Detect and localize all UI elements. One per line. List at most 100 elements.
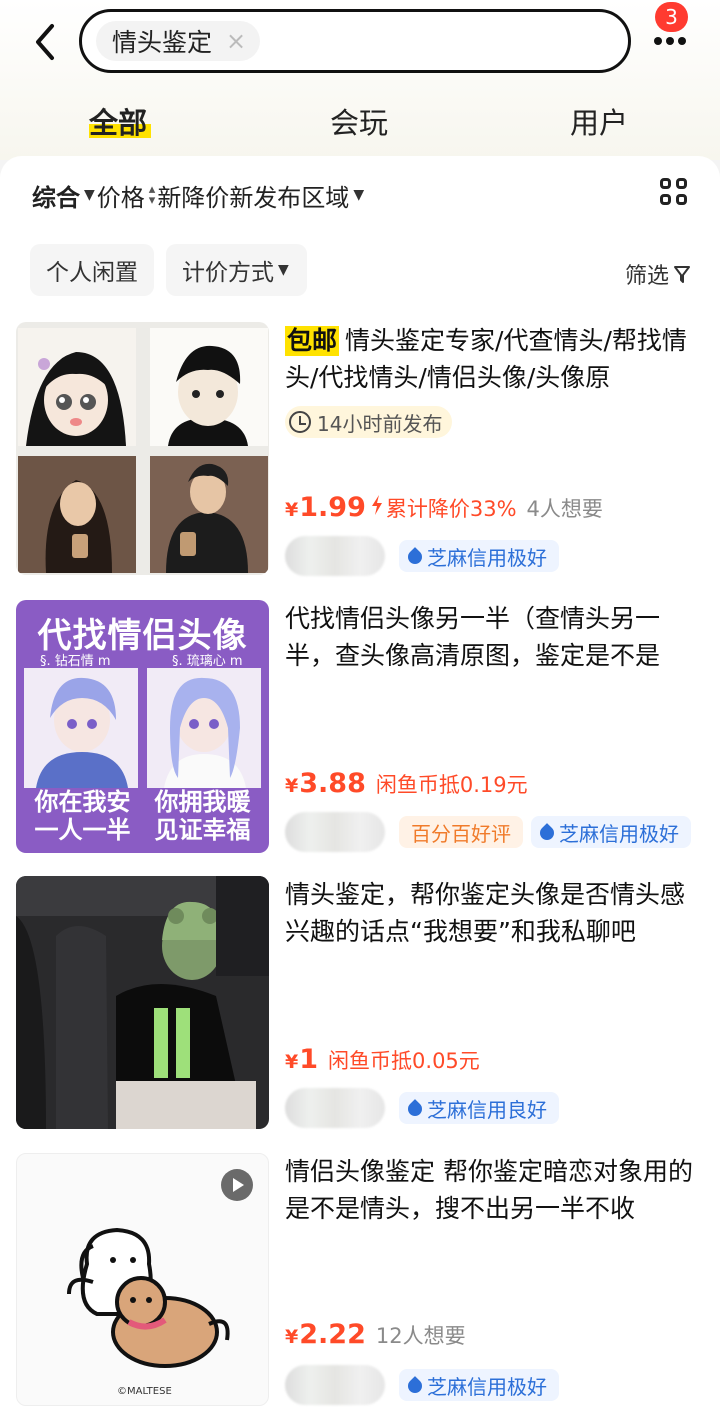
top-bar: 情头鉴定 × 3 全部 会玩 用户 (0, 0, 720, 160)
thumb-caption: 见证幸福 (154, 815, 251, 844)
thumb-caption: 你在我安 (34, 787, 131, 816)
item-title[interactable]: 包邮 情头鉴定专家/代查情头/帮找情头/代找情头/情侣头像/头像原 (285, 322, 700, 396)
item-info: 情头鉴定，帮你鉴定头像是否情头感兴趣的话点“我想要”和我私聊吧 ¥ 1 闲鱼币抵… (285, 876, 700, 1128)
back-icon[interactable] (30, 22, 62, 62)
list-item[interactable]: 代找情侣头像 §. 钻石情 m §. 琉璃心 m 你在我安 一人一半 你拥我暖 … (16, 600, 706, 853)
chevron-down-icon: ▼ (278, 262, 289, 278)
price-line: ¥ 3.88 闲鱼币抵0.19元 (285, 768, 528, 799)
posted-time-badge: 14小时前发布 (285, 406, 453, 438)
item-info: 包邮 情头鉴定专家/代查情头/帮找情头/代找情头/情侣头像/头像原 14小时前发布… (285, 322, 700, 576)
seller-avatar-blurred[interactable] (285, 1365, 385, 1405)
seller-tags: 芝麻信用极好 (285, 536, 559, 576)
item-info: 代找情侣头像另一半（查情头另一半，查头像高清原图，鉴定是不是 ¥ 3.88 闲鱼… (285, 600, 700, 852)
notification-badge: 3 (655, 2, 688, 32)
play-icon[interactable] (221, 1169, 253, 1201)
credit-text: 芝麻信用良好 (427, 1097, 547, 1122)
price-line: ¥ 2.22 12人想要 (285, 1319, 466, 1350)
seller-avatar-blurred[interactable] (285, 536, 385, 576)
credit-badge: 芝麻信用良好 (399, 1092, 559, 1124)
item-price: 3.88 (299, 768, 366, 799)
credit-drop-icon (539, 823, 555, 841)
sort-price[interactable]: 价格 ▴ ▾ (97, 178, 158, 213)
grid-view-icon[interactable] (660, 178, 690, 208)
thumb-watermark: ©MALTESE (117, 1386, 172, 1397)
sort-label: 新发布 (229, 183, 302, 212)
sort-comprehensive[interactable]: 综合 ▼ (32, 178, 97, 213)
coin-discount-note: 闲鱼币抵0.19元 (375, 773, 528, 797)
list-item[interactable]: 情头鉴定，帮你鉴定头像是否情头感兴趣的话点“我想要”和我私聊吧 ¥ 1 闲鱼币抵… (16, 876, 706, 1129)
credit-text: 芝麻信用极好 (427, 1374, 547, 1399)
price-drop-note: 累计降价33% (385, 497, 517, 521)
item-title[interactable]: 情头鉴定，帮你鉴定头像是否情头感兴趣的话点“我想要”和我私聊吧 (285, 876, 700, 950)
sort-bar: 综合 ▼ 价格 ▴ ▾ 新降价 新发布 区域 ▼ (32, 178, 366, 212)
item-price: 1 (299, 1044, 319, 1075)
tab-users[interactable]: 用户 (570, 100, 628, 142)
filter-bar: 个人闲置 计价方式 ▼ (30, 244, 307, 296)
credit-drop-icon (407, 1376, 423, 1394)
item-thumbnail[interactable] (16, 876, 269, 1129)
price-line: ¥ 1.99 累计降价33% 4人想要 (285, 492, 603, 523)
currency-symbol: ¥ (285, 1051, 299, 1073)
item-info: 情侣头像鉴定 帮你鉴定暗恋对象用的是不是情头，搜不出另一半不收 ¥ 2.22 1… (285, 1153, 700, 1405)
currency-symbol: ¥ (285, 1326, 299, 1348)
price-line: ¥ 1 闲鱼币抵0.05元 (285, 1044, 480, 1075)
item-title[interactable]: 代找情侣头像另一半（查情头另一半，查头像高清原图，鉴定是不是 (285, 600, 700, 674)
item-title-text: 情头鉴定专家/代查情头/帮找情头/代找情头/情侣头像/头像原 (285, 326, 687, 392)
filter-label: 筛选 (625, 264, 670, 289)
thumb-sub-right: §. 琉璃心 m (172, 654, 243, 669)
tab-bar: 全部 会玩 用户 (0, 96, 720, 146)
sort-label: 综合 (32, 183, 80, 212)
credit-badge: 芝麻信用极好 (399, 540, 559, 572)
clock-icon (289, 411, 311, 433)
price-drop-icon (371, 495, 382, 515)
item-thumbnail[interactable]: 代找情侣头像 §. 钻石情 m §. 琉璃心 m 你在我安 一人一半 你拥我暖 … (16, 600, 269, 853)
want-count: 4人想要 (526, 497, 603, 521)
free-shipping-badge: 包邮 (285, 326, 340, 356)
currency-symbol: ¥ (285, 499, 299, 521)
seller-avatar-blurred[interactable] (285, 1088, 385, 1128)
list-item[interactable]: 包邮 情头鉴定专家/代查情头/帮找情头/代找情头/情侣头像/头像原 14小时前发布… (16, 322, 706, 578)
item-thumbnail[interactable]: ©MALTESE (16, 1153, 269, 1406)
credit-drop-icon (407, 547, 423, 565)
credit-badge: 芝麻信用极好 (399, 1369, 559, 1401)
filter-label: 计价方式 (182, 260, 274, 286)
sort-label: 新降价 (157, 183, 230, 212)
clear-icon[interactable]: × (226, 27, 246, 55)
seller-tags: 百分百好评 芝麻信用极好 (285, 812, 691, 852)
seller-tags: 芝麻信用极好 (285, 1365, 559, 1405)
item-price: 1.99 (299, 492, 366, 523)
sort-label: 价格 (96, 183, 145, 212)
want-count: 12人想要 (375, 1324, 466, 1348)
seller-tags: 芝麻信用良好 (285, 1088, 559, 1128)
tab-play[interactable]: 会玩 (330, 100, 388, 142)
search-query-text: 情头鉴定 (112, 28, 213, 57)
filter-personal-idle[interactable]: 个人闲置 (30, 244, 154, 296)
sort-new-price-drop[interactable]: 新降价 (157, 178, 229, 213)
sort-newly-posted[interactable]: 新发布 (229, 178, 301, 213)
item-price: 2.22 (299, 1319, 366, 1350)
sort-label: 区域 (301, 183, 350, 212)
tab-all[interactable]: 全部 (89, 100, 147, 142)
coin-discount-note: 闲鱼币抵0.05元 (328, 1049, 480, 1073)
thumb-caption: 你拥我暖 (154, 787, 251, 816)
sort-region[interactable]: 区域 ▼ (301, 178, 366, 213)
thumb-couple-illustration (24, 668, 261, 788)
item-title[interactable]: 情侣头像鉴定 帮你鉴定暗恋对象用的是不是情头，搜不出另一半不收 (285, 1153, 700, 1227)
filter-pricing-method[interactable]: 计价方式 ▼ (166, 244, 307, 296)
thumb-sub-left: §. 钻石情 m (40, 654, 111, 669)
chevron-down-icon: ▼ (84, 187, 95, 203)
filter-button[interactable]: 筛选 (625, 258, 691, 290)
seller-avatar-blurred[interactable] (285, 812, 385, 852)
chevron-down-icon: ▼ (353, 187, 365, 203)
item-thumbnail[interactable] (16, 322, 269, 575)
filter-icon (674, 266, 691, 283)
posted-time: 14小时前发布 (317, 411, 443, 436)
rating-badge: 百分百好评 (399, 816, 523, 848)
search-query-chip[interactable]: 情头鉴定 × (96, 21, 261, 61)
search-input[interactable]: 情头鉴定 × (79, 9, 631, 73)
thumb-caption: 一人一半 (34, 815, 131, 844)
credit-text: 芝麻信用极好 (427, 545, 547, 570)
currency-symbol: ¥ (285, 775, 299, 797)
list-item[interactable]: ©MALTESE 情侣头像鉴定 帮你鉴定暗恋对象用的是不是情头，搜不出另一半不收… (16, 1153, 706, 1406)
sort-arrows-icon: ▴ ▾ (148, 182, 156, 208)
